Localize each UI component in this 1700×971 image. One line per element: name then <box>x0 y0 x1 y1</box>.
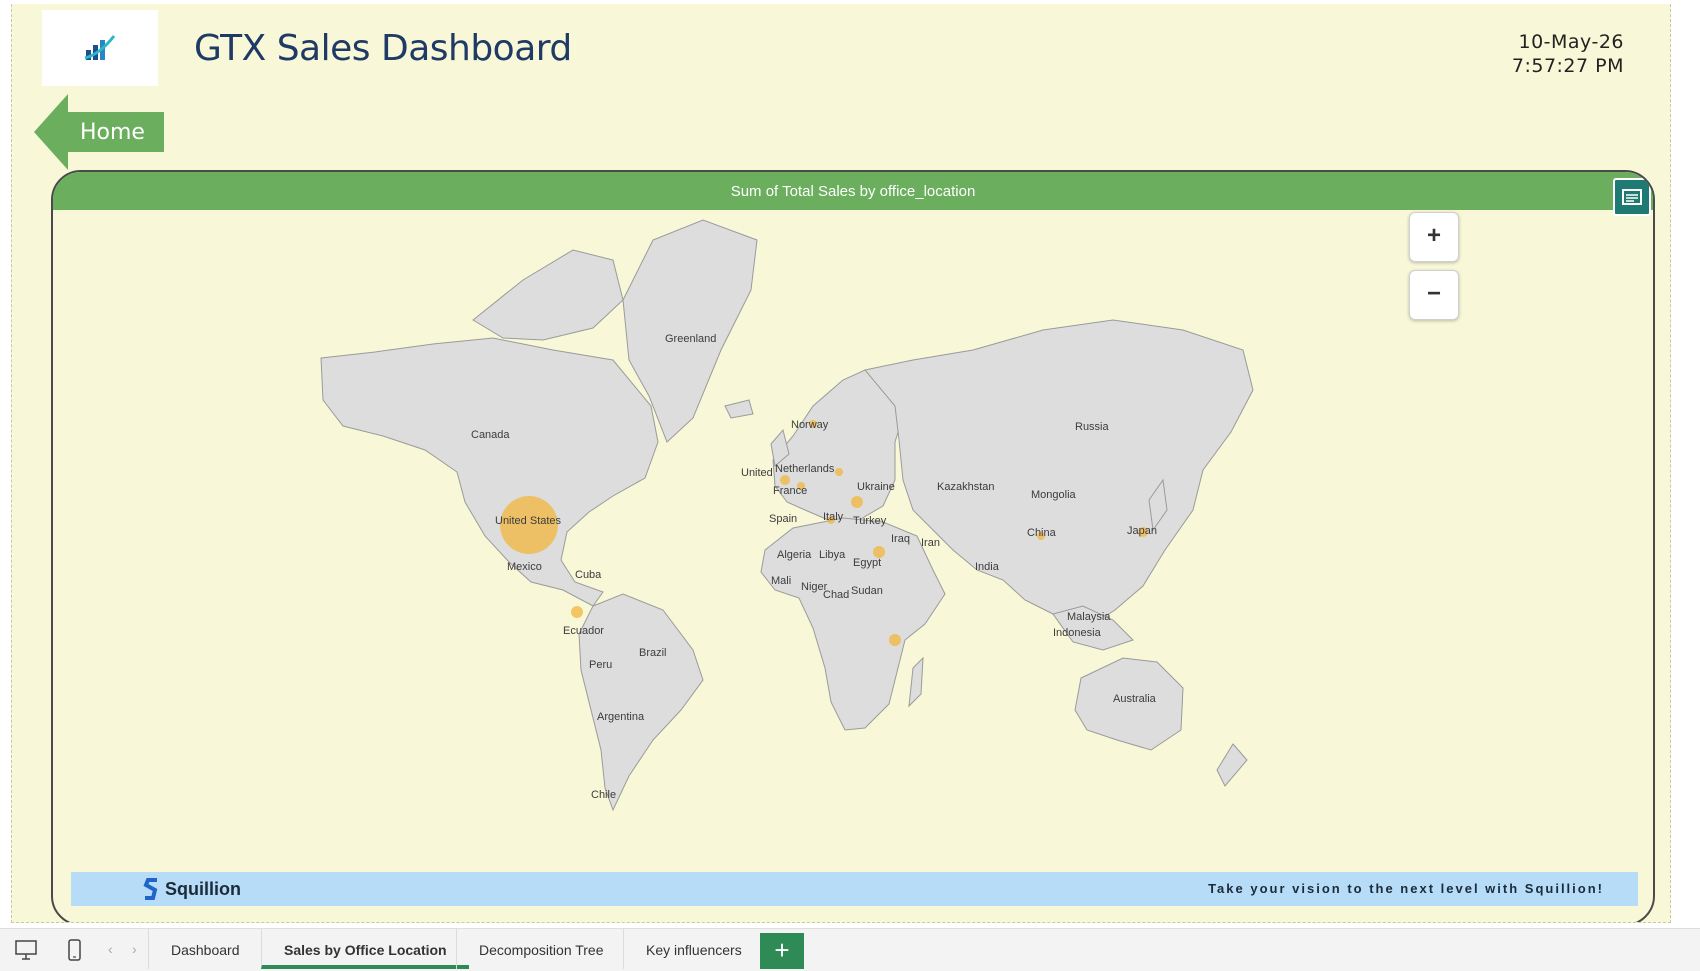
home-button[interactable]: Home <box>34 94 168 174</box>
label-sudan: Sudan <box>851 585 883 597</box>
desktop-icon[interactable] <box>14 939 38 961</box>
report-canvas: GTX Sales Dashboard 10-May-26 7:57:27 PM… <box>11 4 1671 923</box>
banner-tagline: Take your vision to the next level with … <box>1208 881 1604 896</box>
bubble-kenya[interactable] <box>889 634 901 646</box>
bubble-ecuador[interactable] <box>571 606 583 618</box>
new-zealand-landmass <box>1216 743 1248 787</box>
label-france: France <box>773 485 807 497</box>
label-greenland: Greenland <box>665 333 716 345</box>
label-peru: Peru <box>589 659 612 671</box>
label-malaysia: Malaysia <box>1067 611 1111 623</box>
label-ecuador: Ecuador <box>563 625 604 637</box>
bubble-united-kingdom[interactable] <box>780 475 790 485</box>
map-visual-title: Sum of Total Sales by office_location <box>53 172 1653 210</box>
home-button-label: Home <box>80 120 145 145</box>
squillion-brand: Squillion <box>143 877 241 901</box>
label-chile: Chile <box>591 789 616 801</box>
add-page-button[interactable]: + <box>760 933 804 969</box>
squillion-banner: Squillion Take your vision to the next l… <box>71 872 1638 906</box>
label-mexico: Mexico <box>507 561 542 573</box>
label-chad: Chad <box>823 589 849 601</box>
squillion-brand-name: Squillion <box>165 878 241 899</box>
current-time: 7:57:27 PM <box>1511 55 1624 77</box>
arctic-islands <box>472 249 624 341</box>
label-iran: Iran <box>921 537 940 549</box>
map-visual[interactable]: Sum of Total Sales by office_location Gr… <box>51 170 1655 922</box>
page-title: GTX Sales Dashboard <box>194 28 572 69</box>
zoom-out-button[interactable]: − <box>1409 270 1459 320</box>
bar-chart-logo-icon <box>84 35 116 60</box>
label-australia: Australia <box>1113 693 1157 705</box>
label-mongolia: Mongolia <box>1031 489 1077 501</box>
label-united: United <box>741 467 773 479</box>
prev-page-icon[interactable]: ‹ <box>108 941 113 957</box>
focus-mode-icon <box>1622 189 1642 205</box>
label-cuba: Cuba <box>575 569 602 581</box>
next-page-icon[interactable]: › <box>132 941 137 957</box>
company-logo <box>42 10 158 86</box>
label-india: India <box>975 561 1000 573</box>
label-egypt: Egypt <box>853 557 881 569</box>
bubble-ukraine[interactable] <box>851 496 863 508</box>
label-united-states: United States <box>495 515 562 527</box>
label-mali: Mali <box>771 575 791 587</box>
label-kazakhstan: Kazakhstan <box>937 481 994 493</box>
iceland-landmass <box>724 399 754 419</box>
label-argentina: Argentina <box>597 711 645 723</box>
label-netherlands: Netherlands <box>775 463 835 475</box>
north-america-landmass <box>320 337 659 607</box>
bubble-netherlands[interactable] <box>835 468 843 476</box>
current-date: 10-May-26 <box>1518 31 1624 53</box>
tab-decomposition-tree[interactable]: Decomposition Tree <box>456 929 626 969</box>
label-norway: Norway <box>791 419 829 431</box>
label-ukraine: Ukraine <box>857 481 895 493</box>
label-iraq: Iraq <box>891 533 910 545</box>
label-turkey: Turkey <box>853 515 887 527</box>
page-tab-bar: ‹ › Dashboard Sales by Office Location D… <box>0 928 1700 971</box>
label-algeria: Algeria <box>777 549 812 561</box>
label-china: China <box>1027 527 1057 539</box>
datetime-display: 10-May-26 7:57:27 PM <box>1512 30 1624 78</box>
zoom-in-button[interactable]: + <box>1409 212 1459 262</box>
tab-key-influencers[interactable]: Key influencers <box>623 929 764 969</box>
tab-dashboard[interactable]: Dashboard <box>148 929 262 969</box>
label-canada: Canada <box>471 429 510 441</box>
label-japan: Japan <box>1127 525 1157 537</box>
squillion-s-logo-icon <box>143 878 158 900</box>
label-italy: Italy <box>823 511 844 523</box>
label-russia: Russia <box>1075 421 1110 433</box>
phone-icon[interactable] <box>62 939 86 961</box>
label-indonesia: Indonesia <box>1053 627 1102 639</box>
label-libya: Libya <box>819 549 846 561</box>
label-spain: Spain <box>769 513 797 525</box>
tab-sales-by-office-location[interactable]: Sales by Office Location <box>261 929 469 969</box>
madagascar-landmass <box>908 656 924 708</box>
label-brazil: Brazil <box>639 647 667 659</box>
